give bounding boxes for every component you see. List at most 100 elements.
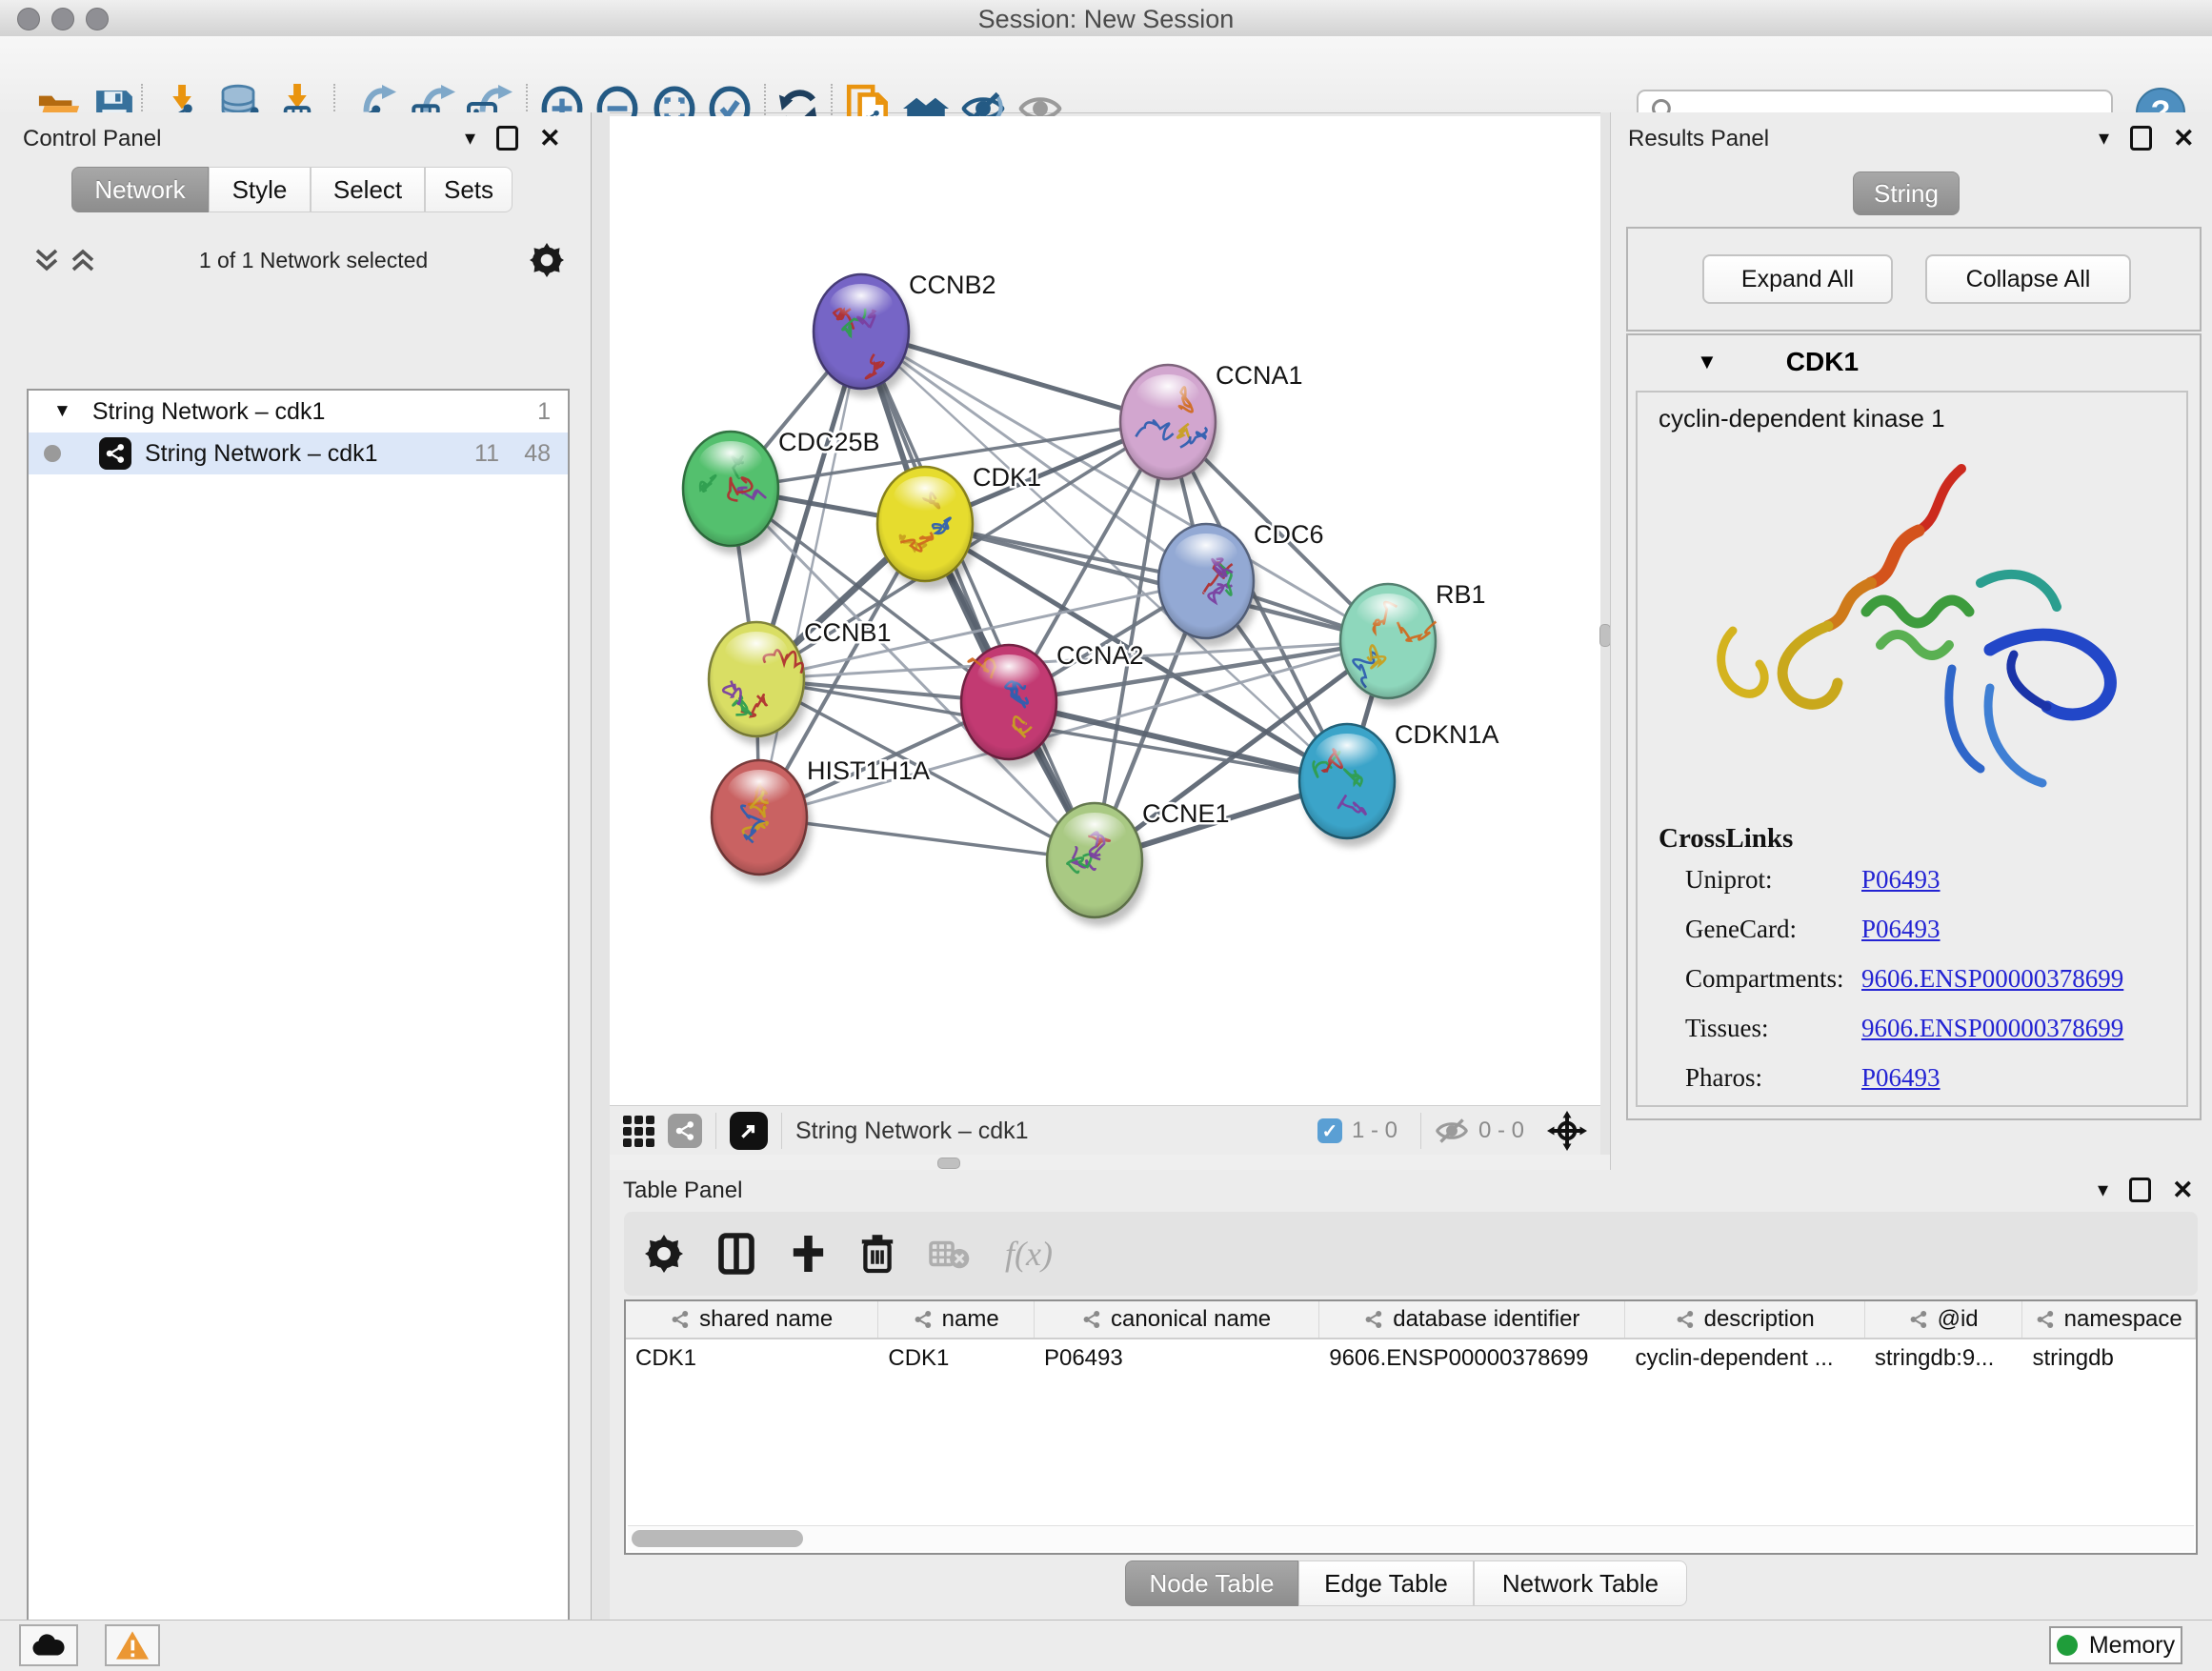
table-hscrollbar[interactable] xyxy=(628,1525,2194,1551)
crosslink-link[interactable]: P06493 xyxy=(1861,865,1941,895)
panel-float-icon[interactable] xyxy=(2130,126,2152,151)
network-node-rb1[interactable]: RB1 xyxy=(1340,580,1486,707)
column-header--id[interactable]: @id xyxy=(1865,1301,2023,1338)
column-type-icon xyxy=(2036,1310,2055,1329)
tab-sets[interactable]: Sets xyxy=(425,167,513,212)
column-type-icon xyxy=(1676,1310,1695,1329)
column-header-label: namespace xyxy=(2064,1306,2182,1333)
column-header-label: name xyxy=(942,1306,999,1333)
detach-view-icon[interactable] xyxy=(730,1112,768,1150)
column-header-name[interactable]: name xyxy=(878,1301,1035,1338)
protein-structure-image xyxy=(1676,450,2123,802)
title-bar: Session: New Session xyxy=(0,0,2212,37)
function-builder-icon: f(x) xyxy=(1005,1234,1053,1274)
network-node-cdc25b[interactable]: CDC25B xyxy=(683,428,880,554)
table-toolbar: f(x) xyxy=(624,1212,2198,1296)
warning-button[interactable] xyxy=(105,1624,160,1666)
column-type-icon xyxy=(1082,1310,1101,1329)
panel-close-icon[interactable]: ✕ xyxy=(2172,1180,2194,1199)
crosslinks-heading: CrossLinks xyxy=(1659,823,1793,855)
panel-menu-icon[interactable]: ▾ xyxy=(2099,126,2109,151)
column-header-label: canonical name xyxy=(1111,1306,1271,1333)
network-node-cdc6[interactable]: CDC6 xyxy=(1158,520,1324,647)
network-node-ccna1[interactable]: CCNA1 xyxy=(1120,361,1303,488)
tab-style[interactable]: Style xyxy=(209,167,311,212)
crosslink-link[interactable]: P06493 xyxy=(1861,915,1941,944)
tab-string[interactable]: String xyxy=(1853,171,1960,215)
panel-close-icon[interactable]: ✕ xyxy=(2173,129,2195,148)
current-network-dot-icon xyxy=(44,445,61,462)
column-type-icon xyxy=(1364,1310,1383,1329)
selected-checkbox-icon[interactable]: ✓ xyxy=(1317,1118,1342,1143)
memory-status-dot-icon xyxy=(2057,1635,2078,1656)
network-row-selected[interactable]: String Network – cdk1 11 48 xyxy=(29,433,568,474)
column-header-label: description xyxy=(1704,1306,1815,1333)
crosslink-link[interactable]: 9606.ENSP00000378699 xyxy=(1861,964,2123,994)
results-panel: Results Panel ▾ ✕ String Expand All Coll… xyxy=(1610,112,2212,1170)
scrollbar-thumb[interactable] xyxy=(632,1530,803,1547)
add-column-icon[interactable] xyxy=(790,1234,826,1274)
network-node-ccnb2[interactable]: CCNB2 xyxy=(814,271,996,397)
collapse-all-icon[interactable] xyxy=(32,247,61,273)
vertical-splitter-left[interactable] xyxy=(592,112,610,1620)
panel-menu-icon[interactable]: ▾ xyxy=(2098,1178,2108,1202)
table-options-gear-icon[interactable] xyxy=(645,1235,683,1273)
crosslink-label: GeneCard: xyxy=(1685,915,1861,944)
tab-node-table[interactable]: Node Table xyxy=(1125,1560,1298,1606)
node-label: RB1 xyxy=(1436,580,1486,609)
crosslink-link[interactable]: 9606.ENSP00000378699 xyxy=(1861,1014,2123,1043)
expand-all-icon[interactable] xyxy=(69,247,97,273)
panel-float-icon[interactable] xyxy=(496,126,518,151)
network-edge[interactable] xyxy=(759,332,861,817)
tab-select[interactable]: Select xyxy=(311,167,425,212)
network-badge-icon[interactable] xyxy=(668,1114,702,1148)
control-panel-title: Control Panel xyxy=(23,126,161,152)
birds-eye-view-icon[interactable] xyxy=(623,1116,654,1147)
column-header-shared-name[interactable]: shared name xyxy=(626,1301,878,1338)
table-body: CDK1CDK1P064939606.ENSP00000378699cyclin… xyxy=(626,1339,2196,1378)
column-header-label: database identifier xyxy=(1393,1306,1579,1333)
network-options-gear-icon[interactable] xyxy=(530,243,564,277)
panel-float-icon[interactable] xyxy=(2129,1178,2151,1202)
splitter-handle[interactable] xyxy=(937,1158,960,1169)
table-panel-title: Table Panel xyxy=(623,1178,742,1204)
column-header-description[interactable]: description xyxy=(1625,1301,1864,1338)
network-canvas[interactable]: CCNB2CCNA1CDC25BCDK1CDC6RB1CCNB1CCNA2CDK… xyxy=(610,116,1600,1105)
column-header-namespace[interactable]: namespace xyxy=(2022,1301,2196,1338)
panel-close-icon[interactable]: ✕ xyxy=(539,129,561,148)
section-collapse-icon[interactable]: ▼ xyxy=(1697,350,1718,374)
network-node-ccne1[interactable]: CCNE1 xyxy=(1047,799,1230,926)
table-cell: 9606.ENSP00000378699 xyxy=(1319,1339,1625,1378)
expand-all-button[interactable]: Expand All xyxy=(1702,254,1893,304)
column-header-database-identifier[interactable]: database identifier xyxy=(1319,1301,1625,1338)
collapse-all-button[interactable]: Collapse All xyxy=(1925,254,2131,304)
tab-network[interactable]: Network xyxy=(71,167,209,212)
warning-icon xyxy=(116,1631,149,1660)
table-panel: Table Panel ▾ ✕ f(x) shar xyxy=(610,1170,2212,1620)
tab-edge-table[interactable]: Edge Table xyxy=(1298,1560,1474,1606)
node-label: CCNE1 xyxy=(1142,799,1230,828)
crosslink-row: Compartments:9606.ENSP00000378699 xyxy=(1685,964,2162,994)
delete-column-icon[interactable] xyxy=(860,1233,895,1275)
show-columns-icon[interactable] xyxy=(717,1233,755,1275)
pan-crosshair-icon[interactable] xyxy=(1547,1111,1587,1151)
node-table: shared name name canonical name database id… xyxy=(624,1299,2198,1555)
network-collection-row[interactable]: ▼ String Network – cdk1 1 xyxy=(29,391,568,433)
table-row[interactable]: CDK1CDK1P064939606.ENSP00000378699cyclin… xyxy=(626,1339,2196,1378)
crosslink-link[interactable]: P06493 xyxy=(1861,1063,1941,1093)
network-node-hist1h1a[interactable]: HIST1H1A xyxy=(712,756,930,883)
network-node-cdkn1a[interactable]: CDKN1A xyxy=(1299,720,1499,847)
column-header-canonical-name[interactable]: canonical name xyxy=(1035,1301,1319,1338)
crosslink-label: Compartments: xyxy=(1685,964,1861,994)
delete-table-icon xyxy=(929,1238,971,1270)
network-node-cdk1[interactable]: CDK1 xyxy=(877,463,1041,590)
collection-expand-icon[interactable]: ▼ xyxy=(53,401,71,422)
panel-menu-icon[interactable]: ▾ xyxy=(465,126,475,151)
crosslink-label: Tissues: xyxy=(1685,1014,1861,1043)
main-toolbar: ? xyxy=(0,36,2212,113)
cloud-button[interactable] xyxy=(19,1624,78,1666)
protein-section-header[interactable]: ▼ CDK1 xyxy=(1628,335,2200,389)
crosslinks-list: Uniprot:P06493GeneCard:P06493Compartment… xyxy=(1685,865,2162,1113)
tab-network-table[interactable]: Network Table xyxy=(1474,1560,1687,1606)
memory-button[interactable]: Memory xyxy=(2049,1626,2182,1664)
